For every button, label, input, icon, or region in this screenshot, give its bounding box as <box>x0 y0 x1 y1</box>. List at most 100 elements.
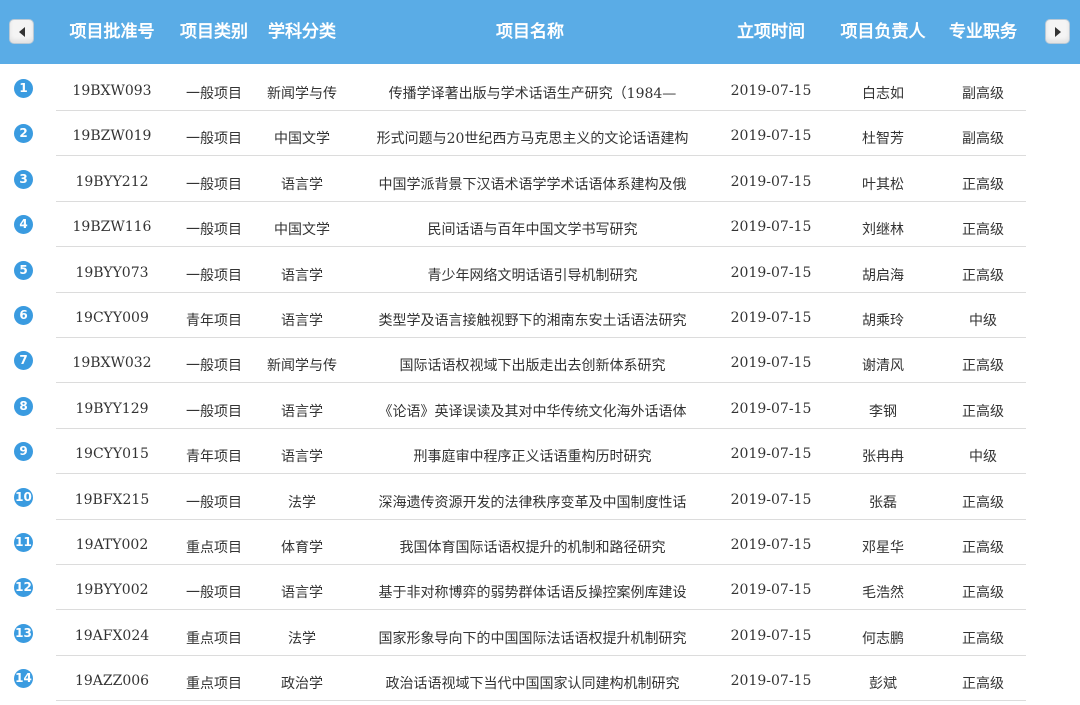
row-index-badge: 3 <box>14 169 33 189</box>
table-row[interactable]: 9 19CYY015 青年项目 语言学 刑事庭审中程序正义话语重构历时研究 2019-07… <box>0 433 1080 478</box>
cell-date: 2019-07-15 <box>730 173 812 190</box>
cell-date: 2019-07-15 <box>730 491 812 508</box>
cell-category: 重点项目 <box>186 630 242 647</box>
cell-date: 2019-07-15 <box>730 264 812 281</box>
column-header-discipline[interactable]: 学科分类 <box>260 0 344 64</box>
cell-date: 2019-07-15 <box>730 219 812 236</box>
table-row[interactable]: 3 19BYY212 一般项目 语言学 中国学派背景下汉语术语学学术话语体系建构及俄 20… <box>0 161 1080 206</box>
cell-leader: 张磊 <box>869 494 897 511</box>
cell-title: 副高级 <box>962 131 1004 148</box>
cell-leader: 刘继林 <box>862 222 904 239</box>
cell-date: 2019-07-15 <box>730 582 812 599</box>
cell-code: 19BZW116 <box>72 219 152 236</box>
table-row[interactable]: 14 19AZZ006 重点项目 政治学 政治话语视域下当代中国国家认同建构机制研究 20… <box>0 660 1080 705</box>
cell-project-name: 传播学译著出版与学术话语生产研究（1984— <box>388 86 677 102</box>
cell-title: 正高级 <box>962 267 1004 284</box>
cell-title: 正高级 <box>962 540 1004 556</box>
cell-leader: 张冉冉 <box>862 449 904 466</box>
table-row[interactable]: 8 19BYY129 一般项目 语言学 《论语》英译误读及其对中华传统文化海外话语体 20… <box>0 388 1080 433</box>
row-divider <box>56 564 1026 565</box>
table-row[interactable]: 12 19BYY002 一般项目 语言学 基于非对称博弈的弱势群体话语反操控案例库建设 2… <box>0 569 1080 614</box>
cell-category: 一般项目 <box>186 131 242 148</box>
cell-project-name: 我国体育国际话语权提升的机制和路径研究 <box>399 540 666 556</box>
row-divider <box>56 155 1026 157</box>
cell-leader: 胡乘玲 <box>862 313 904 329</box>
cell-category: 一般项目 <box>186 267 242 284</box>
cell-code: 19AZZ006 <box>74 673 150 690</box>
table-row[interactable]: 6 19CYY009 青年项目 语言学 类型学及语言接触视野下的湘南东安土话语法研究 20… <box>0 297 1080 342</box>
cell-project-name: 刑事庭审中程序正义话语重构历时研究 <box>413 449 652 466</box>
cell-code: 19ATY002 <box>75 537 149 553</box>
cell-category: 一般项目 <box>186 176 242 193</box>
cell-leader: 胡启海 <box>862 267 904 284</box>
cell-category: 重点项目 <box>186 540 242 556</box>
cell-discipline: 语言学 <box>281 176 323 193</box>
row-index-badge: 9 <box>14 442 33 462</box>
table-row[interactable]: 11 19ATY002 重点项目 体育学 我国体育国际话语权提升的机制和路径研究 2019… <box>0 524 1080 569</box>
table-row[interactable]: 4 19BZW116 一般项目 中国文学 民间话语与百年中国文学书写研究 2019-07-… <box>0 206 1080 251</box>
cell-category: 一般项目 <box>186 494 242 511</box>
cell-discipline: 语言学 <box>281 403 323 420</box>
cell-category: 一般项目 <box>186 222 242 239</box>
table-row[interactable]: 13 19AFX024 重点项目 法学 国家形象导向下的中国国际法话语权提升机制研究 20… <box>0 615 1080 660</box>
cell-leader: 谢清风 <box>862 358 904 375</box>
cell-title: 正高级 <box>962 222 1004 239</box>
row-index-badge: 4 <box>14 215 33 235</box>
cell-category: 青年项目 <box>186 449 242 466</box>
table-row[interactable]: 1 19BXW093 一般项目 新闻学与传 传播学译著出版与学术话语生产研究（1984—… <box>0 70 1080 115</box>
cell-title: 副高级 <box>962 86 1004 102</box>
cell-discipline: 中国文学 <box>274 131 330 148</box>
column-header-name[interactable]: 项目名称 <box>430 0 630 64</box>
scroll-right-button[interactable] <box>1045 19 1070 44</box>
cell-project-name: 民间话语与百年中国文学书写研究 <box>427 222 638 239</box>
row-index-badge: 14 <box>14 669 33 689</box>
cell-project-name: 国家形象导向下的中国国际法话语权提升机制研究 <box>378 630 687 647</box>
row-divider <box>56 427 1026 429</box>
cell-date: 2019-07-15 <box>730 355 812 372</box>
cell-leader: 邓星华 <box>862 540 904 556</box>
cell-code: 19BYY212 <box>75 173 149 190</box>
column-header-code[interactable]: 项目批准号 <box>62 0 162 64</box>
arrow-left-icon <box>18 26 25 37</box>
cell-leader: 何志鹏 <box>862 630 904 647</box>
cell-discipline: 新闻学与传 <box>267 86 337 102</box>
cell-title: 正高级 <box>962 630 1004 647</box>
row-divider <box>56 700 1026 702</box>
cell-discipline: 法学 <box>288 630 316 647</box>
cell-discipline: 法学 <box>288 494 316 511</box>
row-index-badge: 11 <box>14 533 33 552</box>
cell-date: 2019-07-15 <box>730 537 812 553</box>
cell-code: 19BYY129 <box>75 400 149 417</box>
column-header-category[interactable]: 项目类别 <box>172 0 256 64</box>
row-divider <box>56 518 1026 520</box>
row-divider <box>56 473 1026 475</box>
cell-project-name: 政治话语视域下当代中国国家认同建构机制研究 <box>385 676 680 693</box>
cell-discipline: 体育学 <box>281 540 323 556</box>
cell-date: 2019-07-15 <box>730 310 812 326</box>
table-row[interactable]: 7 19BXW032 一般项目 新闻学与传 国际话语权视域下出版走出去创新体系研究 201… <box>0 342 1080 387</box>
cell-title: 正高级 <box>962 585 1004 602</box>
cell-project-name: 类型学及语言接触视野下的湘南东安土话语法研究 <box>378 313 687 329</box>
cell-title: 中级 <box>969 449 997 466</box>
cell-code: 19BXW093 <box>72 83 152 99</box>
row-index-badge: 6 <box>14 306 33 325</box>
table-row[interactable]: 10 19BFX215 一般项目 法学 深海遗传资源开发的法律秩序变革及中国制度性话 20… <box>0 479 1080 524</box>
cell-project-name: 中国学派背景下汉语术语学学术话语体系建构及俄 <box>378 176 687 193</box>
row-divider <box>56 291 1026 293</box>
column-header-title[interactable]: 专业职务 <box>940 0 1026 64</box>
cell-discipline: 语言学 <box>281 267 323 284</box>
row-divider <box>56 609 1026 611</box>
row-index-badge: 1 <box>14 79 33 98</box>
table-row[interactable]: 2 19BZW019 一般项目 中国文学 形式问题与20世纪西方马克思主义的文论话语建构… <box>0 115 1080 160</box>
cell-leader: 彭斌 <box>869 676 897 693</box>
cell-project-name: 青少年网络文明话语引导机制研究 <box>427 267 638 284</box>
column-header-leader[interactable]: 项目负责人 <box>830 0 936 64</box>
scroll-left-button[interactable] <box>9 19 34 44</box>
cell-category: 重点项目 <box>186 676 242 693</box>
column-header-date[interactable]: 立项时间 <box>726 0 816 64</box>
cell-discipline: 语言学 <box>281 313 323 329</box>
table-row[interactable]: 5 19BYY073 一般项目 语言学 青少年网络文明话语引导机制研究 2019-07-1… <box>0 252 1080 297</box>
cell-discipline: 语言学 <box>281 585 323 602</box>
row-index-badge: 8 <box>14 396 33 416</box>
cell-code: 19BXW032 <box>72 355 152 372</box>
